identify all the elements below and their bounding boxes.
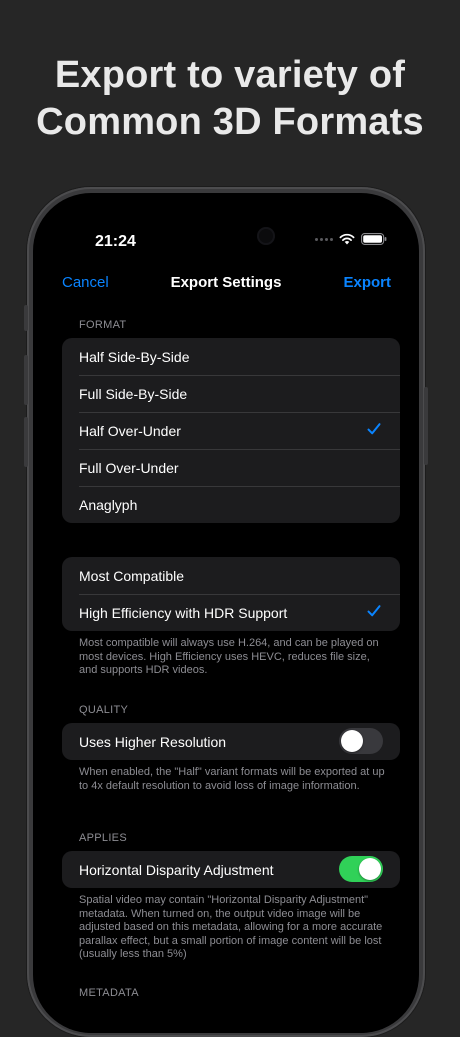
phone-side-button [24, 417, 28, 467]
format-options-group: Half Side-By-Side Full Side-By-Side Half… [62, 338, 400, 523]
higher-resolution-row: Uses Higher Resolution [62, 723, 400, 760]
encoding-option-label: Most Compatible [79, 567, 185, 584]
format-option-full-over-under[interactable]: Full Over-Under [62, 449, 400, 486]
metadata-section-header: METADATA [79, 987, 139, 999]
wifi-icon [339, 233, 355, 245]
promo-headline: Export to variety of Common 3D Formats [0, 52, 460, 146]
phone-side-button [24, 355, 28, 405]
encoding-option-label: High Efficiency with HDR Support [79, 604, 288, 621]
checkmark-icon [367, 423, 381, 435]
quality-group: Uses Higher Resolution [62, 723, 400, 760]
status-icons [315, 233, 387, 245]
phone-frame: 21:24 Cancel Export Settings Export FORM… [24, 187, 428, 1037]
headline-line-1: Export to variety of [54, 54, 406, 96]
higher-resolution-toggle[interactable] [339, 728, 383, 754]
export-button[interactable]: Export [343, 274, 391, 291]
navigation-bar: Cancel Export Settings Export [43, 263, 409, 303]
format-option-half-side-by-side[interactable]: Half Side-By-Side [62, 338, 400, 375]
encoding-option-high-efficiency[interactable]: High Efficiency with HDR Support [62, 594, 400, 631]
signal-dots-icon [315, 237, 333, 241]
toggle-knob [341, 730, 363, 752]
applies-group: Horizontal Disparity Adjustment [62, 851, 400, 888]
applies-section-header: APPLIES [79, 832, 127, 844]
horizontal-disparity-toggle[interactable] [339, 856, 383, 882]
checkmark-icon [367, 605, 381, 617]
headline-line-2: Common 3D Formats [36, 101, 424, 143]
format-option-label: Half Over-Under [79, 422, 181, 439]
phone-side-button [24, 305, 28, 331]
status-time: 21:24 [95, 233, 136, 250]
battery-icon [361, 233, 387, 245]
encoding-footnote: Most compatible will always use H.264, a… [79, 637, 379, 677]
applies-footnote: Spatial video may contain "Horizontal Di… [79, 894, 383, 961]
format-option-label: Half Side-By-Side [79, 348, 190, 365]
phone-screen: 21:24 Cancel Export Settings Export FORM… [43, 203, 409, 1033]
format-option-half-over-under[interactable]: Half Over-Under [62, 412, 400, 449]
higher-resolution-label: Uses Higher Resolution [79, 733, 227, 750]
format-option-label: Anaglyph [79, 496, 138, 513]
phone-bezel: 21:24 Cancel Export Settings Export FORM… [33, 193, 419, 1033]
phone-side-button [424, 387, 428, 465]
front-camera [257, 227, 275, 245]
quality-footnote: When enabled, the "Half" variant formats… [79, 766, 385, 792]
cancel-button[interactable]: Cancel [62, 274, 109, 291]
toggle-knob [359, 858, 381, 880]
encoding-option-most-compatible[interactable]: Most Compatible [62, 557, 400, 594]
format-option-anaglyph[interactable]: Anaglyph [62, 486, 400, 523]
horizontal-disparity-label: Horizontal Disparity Adjustment [79, 861, 274, 878]
quality-section-header: QUALITY [79, 704, 129, 716]
horizontal-disparity-row: Horizontal Disparity Adjustment [62, 851, 400, 888]
format-option-full-side-by-side[interactable]: Full Side-By-Side [62, 375, 400, 412]
format-option-label: Full Over-Under [79, 459, 179, 476]
format-option-label: Full Side-By-Side [79, 385, 188, 402]
format-section-header: FORMAT [79, 319, 127, 331]
encoding-options-group: Most Compatible High Efficiency with HDR… [62, 557, 400, 631]
